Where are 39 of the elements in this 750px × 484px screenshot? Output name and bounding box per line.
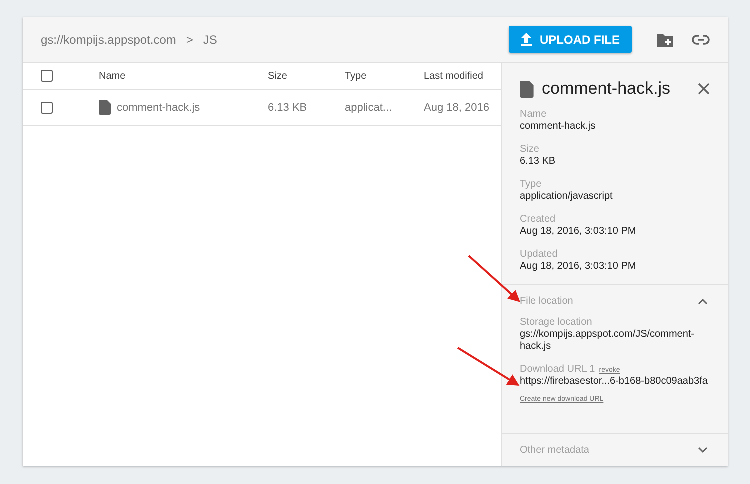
annotation-arrow [468, 255, 520, 302]
section-title[interactable]: File location [520, 296, 698, 306]
field-label: Storage location [520, 317, 594, 328]
breadcrumb-separator: > [186, 32, 194, 46]
file-icon [99, 100, 111, 115]
field-label: Updated [520, 249, 559, 260]
upload-file-button[interactable]: UPLOAD FILE [509, 26, 632, 53]
close-icon[interactable] [698, 83, 710, 95]
chevron-up-icon[interactable] [698, 298, 708, 304]
details-title: comment-hack.js [542, 79, 672, 99]
file-modified: Aug 18, 2016 [424, 102, 490, 114]
file-type: applicat... [345, 102, 394, 114]
section-title[interactable]: Other metadata [520, 444, 698, 456]
row-checkbox[interactable] [41, 102, 53, 114]
column-header[interactable]: Type [345, 70, 424, 82]
field-value: gs://kompijs.appspot.com/JS/comment-hack.js [520, 329, 696, 353]
field-value: https://firebasestor...6-b168-b80c09aab3fa [520, 376, 709, 388]
chevron-down-icon[interactable] [698, 446, 708, 454]
field-label: Size [520, 144, 540, 155]
field-value: application/javascript [520, 191, 614, 203]
field-label: Created [520, 214, 557, 225]
field-label: Type [520, 179, 543, 190]
annotation-arrow [457, 347, 520, 386]
breadcrumb-bucket[interactable]: gs://kompijs.appspot.com [41, 32, 176, 46]
field-label: Download URL 1 [520, 364, 596, 375]
breadcrumb-folder[interactable]: JS [203, 32, 218, 46]
column-header[interactable]: Last modified [424, 70, 501, 82]
field-value: 6.13 KB [520, 156, 557, 168]
field-label: Name [520, 109, 548, 120]
column-header[interactable]: Name [99, 70, 268, 82]
upload-icon [521, 33, 532, 46]
select-all-checkbox[interactable] [41, 70, 53, 82]
field-value: Aug 18, 2016, 3:03:10 PM [520, 261, 638, 273]
file-icon [520, 80, 534, 98]
file-size: 6.13 KB [268, 102, 308, 114]
field-value: comment-hack.js [520, 121, 597, 133]
column-header[interactable]: Size [268, 70, 345, 82]
field-value: Aug 18, 2016, 3:03:10 PM [520, 226, 638, 238]
file-name[interactable]: comment-hack.js [117, 102, 200, 114]
